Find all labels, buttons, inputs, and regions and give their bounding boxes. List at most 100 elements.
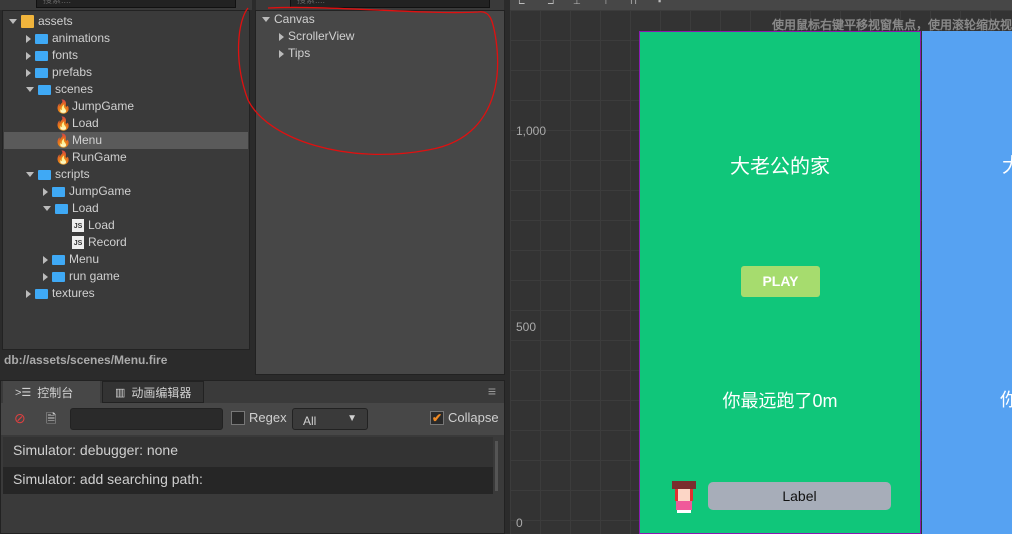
animation-icon: ▥	[115, 386, 126, 399]
tree-item-label: Load	[72, 201, 99, 215]
log-level-select[interactable]: All ▼	[292, 408, 368, 430]
js-file-icon: JS	[72, 236, 84, 249]
expand-arrow-closed-icon[interactable]	[43, 187, 48, 196]
tree-item-label: scripts	[55, 167, 90, 181]
game-title: 大老公的家	[1002, 149, 1012, 178]
folder-icon	[52, 186, 65, 197]
character-sprite	[672, 481, 696, 513]
expand-arrow-closed-icon[interactable]	[26, 289, 31, 298]
tree-item[interactable]: run game	[43, 268, 120, 285]
expand-arrow-closed-icon[interactable]	[26, 34, 31, 43]
scene-fire-icon: 🔥	[55, 133, 72, 148]
assets-toolbar: 搜索....	[0, 0, 252, 10]
tab-console[interactable]: >☰ 控制台	[3, 381, 100, 403]
tree-item-label: scenes	[55, 82, 94, 96]
tree-item[interactable]: scenes	[26, 81, 93, 98]
tree-item-label: Menu	[69, 252, 100, 266]
expand-arrow-open-icon[interactable]	[43, 206, 51, 211]
assets-search-input[interactable]: 搜索....	[36, 0, 236, 8]
folder-icon	[35, 33, 48, 44]
js-file-icon: JS	[72, 219, 84, 232]
tree-item-label: Menu	[72, 133, 103, 147]
tree-item-label: fonts	[52, 48, 79, 62]
tree-item[interactable]: JumpGame	[43, 183, 131, 200]
log-scrollbar[interactable]	[495, 441, 498, 491]
scene-fire-icon: 🔥	[55, 116, 72, 131]
assets-db-icon	[21, 15, 34, 28]
tree-item[interactable]: prefabs	[26, 64, 92, 81]
tree-item-label: run game	[69, 269, 120, 283]
folder-icon	[55, 203, 68, 214]
file-icon[interactable]: 🗎	[46, 410, 56, 432]
align-top-icon[interactable]: ⊤	[602, 0, 610, 7]
clear-icon[interactable]: ⊘	[14, 410, 26, 427]
console-icon: >☰	[15, 386, 32, 399]
expand-arrow-closed-icon[interactable]	[43, 255, 48, 264]
red-annotation-circle	[237, 6, 499, 156]
tree-item[interactable]: fonts	[26, 47, 78, 64]
tree-item[interactable]: textures	[26, 285, 95, 302]
tree-item-label: assets	[38, 14, 73, 28]
tree-item[interactable]: 🔥 RunGame	[43, 149, 127, 166]
second-canvas: 大老公的家 你最远跑了0m	[922, 31, 1012, 534]
tree-item[interactable]: scripts	[26, 166, 90, 183]
folder-icon	[35, 288, 48, 299]
log-entry: Simulator: debugger: none	[3, 437, 493, 467]
tree-item[interactable]: Menu	[43, 251, 99, 268]
tree-item[interactable]: Load	[43, 200, 99, 217]
scene-toolbar: ⊏ ⊐ ⊥ ⊤ ⊓ ▪	[510, 0, 1012, 10]
regex-checkbox[interactable]	[231, 411, 245, 425]
folder-icon	[38, 169, 51, 180]
tab-animation-editor[interactable]: ▥ 动画编辑器	[102, 381, 204, 403]
play-button[interactable]: PLAY	[741, 266, 820, 297]
tree-item-label: JumpGame	[72, 99, 135, 113]
tree-item[interactable]: assets	[9, 13, 73, 30]
tree-item[interactable]: 🔥 JumpGame	[43, 98, 134, 115]
tree-item[interactable]: JS Record	[60, 234, 127, 251]
tree-item-label: Load	[88, 218, 115, 232]
expand-arrow-closed-icon[interactable]	[43, 272, 48, 281]
menu-canvas[interactable]: 大老公的家 PLAY 你最远跑了0m Label	[639, 31, 921, 534]
expand-arrow-open-icon[interactable]	[26, 87, 34, 92]
folder-icon	[38, 84, 51, 95]
folder-icon	[35, 50, 48, 61]
ruler-label: 1,000	[516, 124, 547, 138]
tree-item-label: Record	[88, 235, 127, 249]
tree-item-label: Load	[72, 116, 99, 130]
align-bottom-icon[interactable]: ⊥	[573, 0, 581, 7]
distance-label: 你最远跑了0m	[722, 391, 838, 411]
scene-view[interactable]: 使用鼠标右键平移视窗焦点，使用滚轮缩放视图 1,000 500 0 大老公的家 …	[510, 10, 1012, 534]
console-panel: >☰ 控制台 ▥ 动画编辑器 ≡ ⊘ 🗎 Regex All ▼ ✔ Collapse…	[0, 380, 505, 534]
tree-item[interactable]: 🔥 Load	[43, 115, 99, 132]
align-center-icon[interactable]: ⊐	[547, 0, 555, 7]
log-entry: Simulator: add searching path:	[3, 467, 493, 494]
align-left-icon[interactable]: ⊏	[518, 0, 526, 7]
tree-item-label: animations	[52, 31, 111, 45]
tree-item-label: textures	[52, 286, 95, 300]
expand-arrow-open-icon[interactable]	[26, 172, 34, 177]
chevron-down-icon: ▼	[347, 413, 357, 424]
console-filter-input[interactable]	[70, 408, 223, 430]
menu-icon[interactable]: ≡	[488, 383, 496, 399]
folder-icon	[35, 67, 48, 78]
expand-arrow-open-icon[interactable]	[9, 19, 17, 24]
collapse-label: Collapse	[448, 410, 499, 425]
align-right-icon[interactable]: ▪	[658, 0, 661, 6]
tree-item[interactable]: 🔥 Menu	[4, 132, 248, 149]
expand-arrow-closed-icon[interactable]	[26, 68, 31, 77]
tree-item[interactable]: animations	[26, 30, 110, 47]
collapse-checkbox[interactable]: ✔	[430, 411, 444, 425]
select-value: All	[303, 414, 317, 428]
speech-bubble-label: Label	[708, 482, 891, 510]
distance-label: 你最远跑了0m	[1000, 390, 1012, 410]
expand-arrow-closed-icon[interactable]	[26, 51, 31, 60]
assets-tree: assets animations fonts prefabs scenes 🔥 JumpG…	[2, 10, 250, 350]
tree-item-label: RunGame	[72, 150, 127, 164]
tree-item[interactable]: JS Load	[60, 217, 115, 234]
tree-item-label: JumpGame	[69, 184, 132, 198]
tree-item-label: prefabs	[52, 65, 93, 79]
regex-label: Regex	[249, 410, 287, 425]
game-title: 大老公的家	[730, 154, 830, 178]
ruler-label: 0	[516, 516, 523, 530]
align-middle-icon[interactable]: ⊓	[630, 0, 637, 7]
